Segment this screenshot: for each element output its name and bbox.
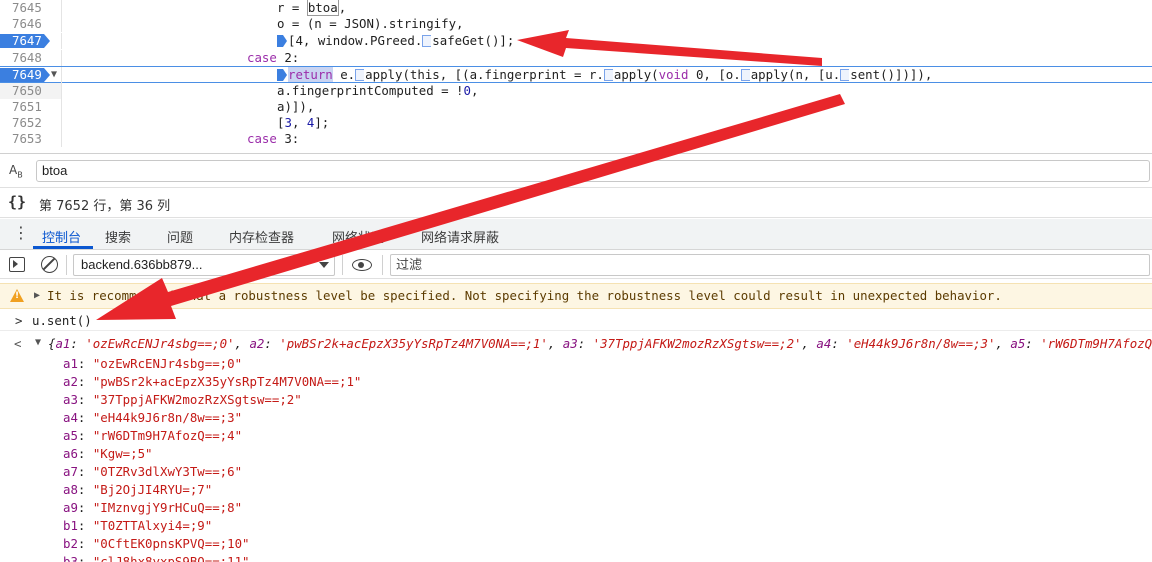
code-text: o = (n = JSON).stringify, [277,16,464,31]
console-toolbar: backend.636bb879... 过滤 [0,251,1152,279]
inline-breakpoint-slot-icon[interactable] [422,35,432,47]
paused-location-icon[interactable] [277,69,287,81]
live-expression-eye-icon[interactable] [352,259,372,271]
toolbar-divider [342,255,343,275]
object-property[interactable]: a1: "ozEwRcENJr4sbg==;0" [63,355,242,372]
code-text: return e. apply(this, [(a.fingerprint = r… [277,67,932,83]
inline-breakpoint-slot-icon[interactable] [840,69,850,81]
line-gutter[interactable]: 7645 [0,0,62,16]
console-input-echo: > u.sent() [0,311,1152,331]
expand-triangle-icon[interactable]: ▶ [34,284,40,308]
code-text: a)]), [277,99,315,114]
object-property[interactable]: a5: "rW6DTm9H7AfozQ==;4" [63,427,242,444]
tab-console[interactable]: 控制台 [42,227,81,246]
line-gutter[interactable]: 7651 [0,99,62,115]
javascript-context-select[interactable]: backend.636bb879... [73,254,335,276]
line-number: 7648 [12,50,42,65]
line-gutter[interactable]: 7647 [0,33,62,49]
code-text: [3, 4]; [277,115,330,130]
warning-icon [10,289,24,302]
line-gutter[interactable]: 7650 [0,83,62,99]
object-property[interactable]: a2: "pwBSr2k+acEpzX35yYsRpTz4M7V0NA==;1" [63,373,361,390]
object-property[interactable]: b2: "0CftEK0pnsKPVQ==;10" [63,535,250,552]
line-number: 7651 [12,99,42,114]
collapse-triangle-icon[interactable]: ▼ [35,337,41,348]
line-number: 7646 [12,16,42,31]
code-text: [4, window.PGreed. safeGet()]; [277,33,514,49]
tab-memory-inspector[interactable]: 内存检查器 [229,227,294,246]
result-arrow-icon: < [14,336,22,351]
fold-chevron-icon[interactable]: ▼ [51,67,57,83]
more-options-icon[interactable]: ⋮ [13,225,29,241]
code-line-7646[interactable]: 7646 o = (n = JSON).stringify, [0,16,1152,32]
drawer-tab-bar: ⋮ 控制台 搜索 问题 内存检查器 网络状况 网络请求屏蔽 [0,219,1152,250]
object-property[interactable]: a4: "eH44k9J6r8n/8w==;3" [63,409,242,426]
cursor-position-text: 第 7652 行，第 36 列 [39,199,171,214]
line-gutter[interactable]: 7653 [0,131,62,147]
toolbar-divider [382,255,383,275]
toolbar-divider [66,255,67,275]
prompt-chevron-icon: > [15,313,23,328]
code-line-7652[interactable]: 7652 [3, 4]; [0,115,1152,131]
line-number: 7645 [12,0,42,15]
code-text: a.fingerprintComputed = !0, [277,83,479,98]
code-line-7653[interactable]: 7653 case 3: [0,131,1152,147]
line-number: 7652 [12,115,42,130]
inline-breakpoint-slot-icon[interactable] [603,69,613,81]
tab-network-request-blocking[interactable]: 网络请求屏蔽 [421,227,499,246]
console-command-text: u.sent() [32,313,92,328]
object-property[interactable]: a9: "IMznvgjY9rHCuQ==;8" [63,499,242,516]
show-sidebar-icon[interactable] [9,257,25,272]
line-gutter[interactable]: 7649 ▼ [0,67,62,83]
object-summary[interactable]: {a1: 'ozEwRcENJr4sbg==;0', a2: 'pwBSr2k+… [48,336,1152,352]
line-gutter[interactable]: 7652 [0,115,62,131]
console-result: < ▼ {a1: 'ozEwRcENJr4sbg==;0', a2: 'pwBS… [0,336,1152,562]
console-warning-message[interactable]: ▶ It is recommended that a robustness le… [0,283,1152,309]
context-select-value: backend.636bb879... [81,257,203,272]
code-line-7645[interactable]: 7645 r = btoa, [0,0,1152,16]
inline-breakpoint-icon[interactable] [277,35,287,47]
code-line-7649[interactable]: 7649 ▼ return e. apply(this, [(a.fingerpri… [0,66,1152,83]
object-property[interactable]: a8: "Bj2OjJI4RYU=;7" [63,481,212,498]
chevron-down-icon [319,262,329,268]
object-property[interactable]: b3: "clJ8hx8yxpS9BQ==;11" [63,553,250,562]
line-number: 7647 [12,33,42,48]
tab-network-conditions[interactable]: 网络状况 [332,227,384,246]
line-number: 7653 [12,131,42,146]
inline-breakpoint-slot-icon[interactable] [355,69,365,81]
code-line-7648[interactable]: 7648 case 2: [0,50,1152,66]
editor-status-bar: {} 第 7652 行，第 36 列 [0,189,1152,218]
code-line-7651[interactable]: 7651 a)]), [0,99,1152,115]
tab-search[interactable]: 搜索 [105,227,131,246]
active-tab-indicator [33,246,93,249]
code-text: case 2: [247,50,300,65]
object-property[interactable]: a7: "0TZRv3dlXwY3Tw==;6" [63,463,242,480]
line-gutter[interactable]: 7646 [0,16,62,32]
code-text: r = btoa, [277,0,347,16]
code-line-7650[interactable]: 7650 a.fingerprintComputed = !0, [0,83,1152,99]
search-match-highlight: btoa [306,0,339,16]
inline-breakpoint-slot-icon[interactable] [740,69,750,81]
warning-text: It is recommended that a robustness leve… [47,288,1002,303]
match-case-icon[interactable]: AB [9,163,23,179]
object-property[interactable]: b1: "T0ZTTAlxyi4=;9" [63,517,212,534]
search-input[interactable]: btoa [36,160,1150,182]
code-editor[interactable]: 7645 r = btoa, 7646 o = (n = JSON).strin… [0,0,1152,154]
tab-issues[interactable]: 问题 [167,227,193,246]
clear-console-icon[interactable] [41,256,58,273]
object-property[interactable]: a6: "Kgw=;5" [63,445,153,462]
filter-input[interactable]: 过滤 [390,254,1150,276]
line-number: 7649 [12,67,42,82]
pretty-print-icon[interactable]: {} [8,193,26,211]
object-property[interactable]: a3: "37TppjAFKW2mozRzXSgtsw==;2" [63,391,302,408]
line-gutter[interactable]: 7648 [0,50,62,66]
line-number: 7650 [12,83,42,98]
search-bar: AB btoa [0,155,1152,188]
code-text: case 3: [247,131,300,146]
code-line-7647[interactable]: 7647 [4, window.PGreed. safeGet()]; [0,33,1152,49]
